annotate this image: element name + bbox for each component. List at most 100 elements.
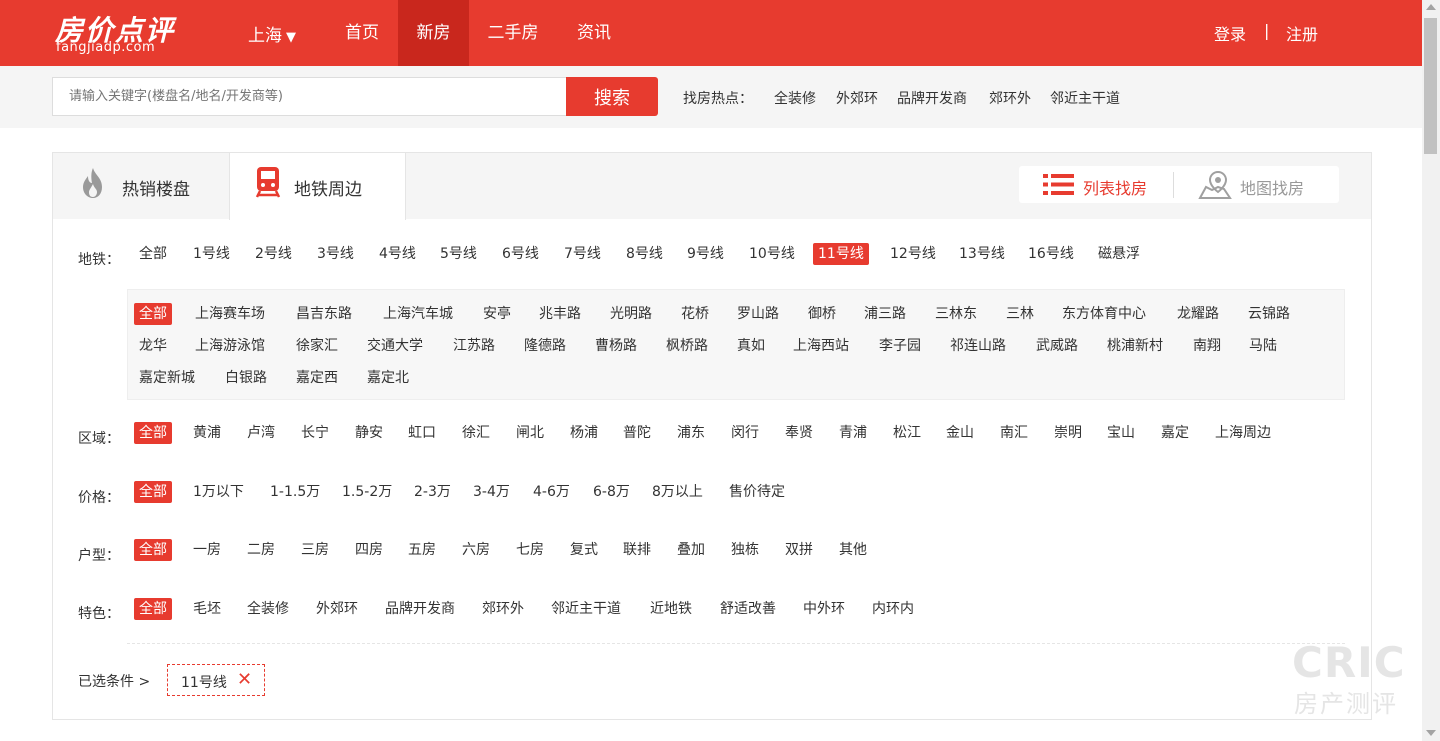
station-option[interactable]: 三林东: [935, 303, 977, 325]
station-option[interactable]: 浦三路: [864, 303, 906, 325]
station-option[interactable]: 花桥: [681, 303, 709, 325]
layout-option[interactable]: 双拼: [785, 539, 813, 561]
feature-option[interactable]: 外郊环: [316, 598, 358, 620]
metro-line-option[interactable]: 3号线: [317, 243, 354, 265]
feature-option[interactable]: 舒适改善: [720, 598, 776, 620]
district-option[interactable]: 长宁: [301, 422, 329, 444]
feature-option[interactable]: 近地铁: [650, 598, 692, 620]
hot-link[interactable]: 品牌开发商: [897, 88, 967, 108]
layout-option[interactable]: 联排: [623, 539, 651, 561]
layout-option[interactable]: 复式: [570, 539, 598, 561]
feature-option[interactable]: 中外环: [803, 598, 845, 620]
station-option[interactable]: 云锦路: [1248, 303, 1290, 325]
layout-option[interactable]: 其他: [839, 539, 867, 561]
layout-option[interactable]: 四房: [355, 539, 383, 561]
metro-line-option[interactable]: 7号线: [564, 243, 601, 265]
layout-option[interactable]: 独栋: [731, 539, 759, 561]
district-option[interactable]: 南汇: [1000, 422, 1028, 444]
station-option[interactable]: 东方体育中心: [1062, 303, 1146, 325]
layout-option[interactable]: 二房: [247, 539, 275, 561]
price-option[interactable]: 售价待定: [729, 481, 785, 503]
district-option[interactable]: 浦东: [677, 422, 705, 444]
district-option[interactable]: 静安: [355, 422, 383, 444]
feature-option[interactable]: 毛坯: [193, 598, 221, 620]
selected-condition-tag[interactable]: 11号线 ✕: [167, 664, 265, 696]
station-option[interactable]: 上海赛车场: [195, 303, 265, 325]
station-option[interactable]: 罗山路: [737, 303, 779, 325]
feature-option[interactable]: 郊环外: [482, 598, 524, 620]
station-option[interactable]: 上海游泳馆: [195, 335, 265, 357]
metro-line-option[interactable]: 1号线: [193, 243, 230, 265]
station-option[interactable]: 安亭: [483, 303, 511, 325]
price-option[interactable]: 1-1.5万: [270, 481, 320, 503]
metro-line-option[interactable]: 6号线: [502, 243, 539, 265]
station-option[interactable]: 兆丰路: [539, 303, 581, 325]
district-option[interactable]: 徐汇: [462, 422, 490, 444]
station-option[interactable]: 马陆: [1249, 335, 1277, 357]
layout-option-selected[interactable]: 全部: [134, 539, 172, 561]
metro-line-option[interactable]: 5号线: [440, 243, 477, 265]
price-option[interactable]: 2-3万: [414, 481, 451, 503]
site-logo[interactable]: 房价点评 fangjiadp.com: [55, 9, 195, 57]
district-option[interactable]: 上海周边: [1215, 422, 1271, 444]
city-selector[interactable]: 上海 ▼: [248, 21, 296, 46]
feature-option[interactable]: 全装修: [247, 598, 289, 620]
price-option[interactable]: 1.5-2万: [342, 481, 392, 503]
price-option-selected[interactable]: 全部: [134, 481, 172, 503]
feature-option[interactable]: 邻近主干道: [551, 598, 621, 620]
search-input[interactable]: [52, 77, 567, 116]
district-option-selected[interactable]: 全部: [134, 422, 172, 444]
price-option[interactable]: 3-4万: [473, 481, 510, 503]
district-option[interactable]: 黄浦: [193, 422, 221, 444]
price-option[interactable]: 6-8万: [593, 481, 630, 503]
login-link[interactable]: 登录: [1214, 21, 1246, 45]
district-option[interactable]: 崇明: [1054, 422, 1082, 444]
station-option[interactable]: 祁连山路: [950, 335, 1006, 357]
layout-option[interactable]: 六房: [462, 539, 490, 561]
metro-line-option[interactable]: 12号线: [890, 243, 936, 265]
hot-link[interactable]: 郊环外: [989, 88, 1031, 108]
station-option[interactable]: 龙耀路: [1177, 303, 1219, 325]
station-option[interactable]: 南翔: [1193, 335, 1221, 357]
station-option[interactable]: 隆德路: [524, 335, 566, 357]
station-option[interactable]: 御桥: [808, 303, 836, 325]
station-option[interactable]: 真如: [737, 335, 765, 357]
station-option[interactable]: 三林: [1006, 303, 1034, 325]
station-option[interactable]: 枫桥路: [666, 335, 708, 357]
layout-option[interactable]: 叠加: [677, 539, 705, 561]
station-option[interactable]: 嘉定北: [367, 367, 409, 389]
district-option[interactable]: 青浦: [839, 422, 867, 444]
scrollbar-thumb[interactable]: [1424, 18, 1437, 154]
metro-line-option[interactable]: 10号线: [749, 243, 795, 265]
station-option[interactable]: 白银路: [225, 367, 267, 389]
district-option[interactable]: 宝山: [1107, 422, 1135, 444]
close-icon[interactable]: ✕: [237, 669, 252, 690]
station-option[interactable]: 交通大学: [367, 335, 423, 357]
station-option[interactable]: 桃浦新村: [1107, 335, 1163, 357]
hot-link[interactable]: 外郊环: [836, 88, 878, 108]
register-link[interactable]: 注册: [1286, 21, 1318, 45]
metro-line-option[interactable]: 9号线: [687, 243, 724, 265]
station-option[interactable]: 嘉定新城: [139, 367, 195, 389]
feature-option[interactable]: 内环内: [872, 598, 914, 620]
district-option[interactable]: 普陀: [623, 422, 651, 444]
station-option[interactable]: 嘉定西: [296, 367, 338, 389]
search-button[interactable]: 搜索: [566, 77, 658, 116]
nav-new-homes[interactable]: 新房: [398, 0, 469, 66]
station-option[interactable]: 武威路: [1036, 335, 1078, 357]
station-option[interactable]: 上海西站: [793, 335, 849, 357]
station-option[interactable]: 上海汽车城: [383, 303, 453, 325]
station-option[interactable]: 李子园: [879, 335, 921, 357]
price-option[interactable]: 8万以上: [652, 481, 703, 503]
metro-line-option[interactable]: 16号线: [1028, 243, 1074, 265]
feature-option[interactable]: 品牌开发商: [385, 598, 455, 620]
district-option[interactable]: 闵行: [731, 422, 759, 444]
district-option[interactable]: 虹口: [408, 422, 436, 444]
station-option[interactable]: 徐家汇: [296, 335, 338, 357]
station-option[interactable]: 昌吉东路: [296, 303, 352, 325]
district-option[interactable]: 杨浦: [570, 422, 598, 444]
metro-line-option[interactable]: 2号线: [255, 243, 292, 265]
nav-home[interactable]: 首页: [328, 0, 396, 66]
district-option[interactable]: 卢湾: [247, 422, 275, 444]
district-option[interactable]: 松江: [893, 422, 921, 444]
